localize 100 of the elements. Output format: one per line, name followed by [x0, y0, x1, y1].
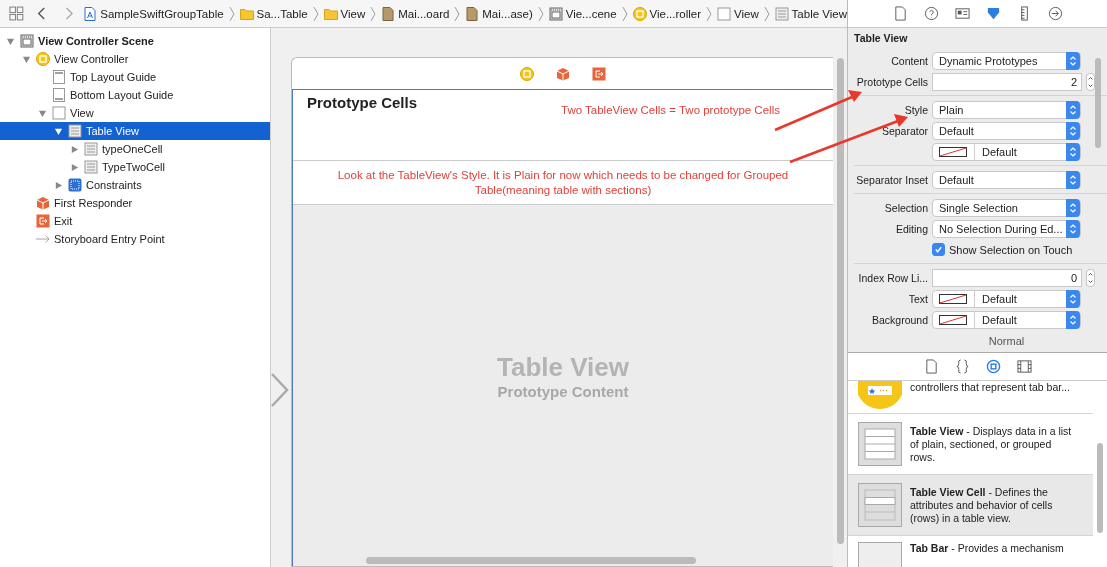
disclosure-triangle-icon[interactable]	[70, 144, 79, 154]
table-icon	[774, 6, 789, 21]
connections-icon[interactable]	[1047, 6, 1063, 21]
disclosure-triangle-icon[interactable]	[70, 162, 79, 172]
outline-row[interactable]: Constraints	[0, 176, 270, 194]
disclosure-triangle-icon[interactable]	[6, 36, 15, 46]
view-icon	[52, 106, 66, 120]
table-icon	[84, 142, 98, 156]
arrow-icon	[36, 232, 50, 246]
exit-icon	[36, 214, 50, 228]
outline-row[interactable]: Bottom Layout Guide	[0, 86, 270, 104]
number-field[interactable]: 2	[932, 72, 1082, 91]
breadcrumb-item[interactable]: View	[717, 6, 759, 21]
document-icon	[83, 6, 98, 21]
popup-arrows-icon	[1066, 142, 1080, 161]
vertical-scrollbar[interactable]	[837, 58, 844, 544]
outline-row[interactable]: Storyboard Entry Point	[0, 230, 270, 248]
field-label: Separator Inset	[855, 173, 928, 186]
breadcrumb-item[interactable]: Mai...ase)	[465, 6, 533, 21]
braces-icon[interactable]	[954, 359, 970, 374]
color-popup-button[interactable]: Default	[932, 310, 1081, 329]
view-controller-icon	[36, 52, 50, 66]
prototype-cells-header: Prototype Cells	[307, 94, 418, 111]
breadcrumb-item[interactable]: SampleSwiftGroupTable	[83, 6, 224, 21]
folder-icon	[323, 6, 338, 21]
scrollbar[interactable]	[1095, 58, 1101, 148]
field-label: Index Row Li...	[857, 271, 928, 284]
popup-button[interactable]: Plain	[932, 100, 1081, 119]
popup-button[interactable]: Single Selection	[932, 198, 1081, 217]
file-icon[interactable]	[892, 6, 908, 21]
breadcrumb-item[interactable]: Mai...oard	[381, 6, 450, 21]
section-title: Table View	[853, 31, 909, 46]
popup-arrows-icon	[1066, 198, 1080, 217]
attributes-icon[interactable]	[985, 6, 1001, 21]
object-library-icon[interactable]	[985, 359, 1001, 374]
outline-label: View Controller	[54, 53, 129, 65]
library-item[interactable]: Table View - Displays data in a list of plain, sectioned, or grouped rows.	[848, 414, 1093, 475]
field-label: Content	[890, 54, 928, 67]
field-label: Editing	[894, 222, 928, 235]
file-icon[interactable]	[923, 359, 939, 374]
breadcrumb-item[interactable]: Vie...roller	[632, 6, 702, 21]
popup-button[interactable]: Dynamic Prototypes	[932, 51, 1081, 70]
help-icon[interactable]	[923, 6, 939, 21]
grid-icon[interactable]	[9, 6, 24, 21]
annotation-text: Two TableView Cells = Two prototype Cells	[561, 104, 780, 116]
popup-arrows-icon	[1066, 219, 1080, 238]
view-controller-icon	[632, 6, 647, 21]
disclosure-triangle-icon[interactable]	[22, 54, 31, 64]
stepper-icon[interactable]	[1086, 268, 1095, 287]
chevron-icon	[537, 5, 544, 22]
popup-button[interactable]: Default	[932, 121, 1081, 140]
popup-button[interactable]: Default	[932, 170, 1081, 189]
scrollbar[interactable]	[1097, 443, 1103, 533]
identity-card-icon[interactable]	[954, 6, 970, 21]
chevron-icon	[706, 5, 712, 22]
library-item[interactable]: controllers that represent tab bar...	[848, 381, 1093, 414]
table-icon	[84, 160, 98, 174]
outline-row[interactable]: Table View	[0, 122, 270, 140]
horizontal-scrollbar[interactable]	[366, 557, 696, 564]
cube-icon	[36, 196, 50, 210]
outline-label: Storyboard Entry Point	[54, 233, 165, 245]
breadcrumb-item[interactable]: Table View	[774, 6, 847, 21]
color-popup-button[interactable]: Default	[932, 289, 1081, 308]
library-item[interactable]: Tab Bar - Provides a mechanism	[848, 536, 1093, 567]
caption-text: Normal	[987, 334, 1026, 347]
outline-row[interactable]: First Responder	[0, 194, 270, 212]
library-item-description: Tab Bar - Provides a mechanism	[910, 542, 1064, 555]
chevron-icon	[454, 5, 461, 22]
outline-label: View	[70, 107, 94, 119]
disclosure-triangle-icon[interactable]	[54, 126, 63, 136]
show-selection-checkbox[interactable]	[932, 243, 945, 256]
outline-label: Bottom Layout Guide	[70, 89, 174, 101]
number-field[interactable]: 0	[932, 268, 1082, 287]
breadcrumb-item[interactable]: View	[323, 6, 366, 21]
outline-row[interactable]: View	[0, 104, 270, 122]
chevron-icon	[370, 5, 377, 22]
outline-row[interactable]: Top Layout Guide	[0, 68, 270, 86]
disclosure-triangle-icon[interactable]	[38, 108, 47, 118]
view-icon	[717, 6, 731, 21]
outline-row[interactable]: typeOneCell	[0, 140, 270, 158]
field-label: Prototype Cells	[855, 75, 928, 88]
outline-label: Constraints	[86, 179, 142, 191]
outline-label: TypeTwoCell	[102, 161, 165, 173]
popup-arrows-icon	[1066, 100, 1080, 119]
breadcrumb-item[interactable]: Vie...cene	[548, 6, 617, 21]
outline-row[interactable]: TypeTwoCell	[0, 158, 270, 176]
library-item[interactable]: Table View Cell - Defines the attributes and behavior of cells (rows) in a table view.	[848, 475, 1093, 536]
disclosure-triangle-icon[interactable]	[54, 180, 63, 190]
table-view-icon	[858, 422, 902, 466]
color-popup-button[interactable]: Default	[932, 142, 1081, 161]
stepper-icon[interactable]	[1086, 72, 1095, 91]
outline-row[interactable]: View Controller Scene	[0, 32, 270, 50]
outline-row[interactable]: View Controller	[0, 50, 270, 68]
popup-button[interactable]: No Selection During Ed...	[932, 219, 1081, 238]
chevron-icon	[621, 5, 628, 22]
library-item-description: controllers that represent tab bar...	[910, 381, 1070, 394]
breadcrumb-item[interactable]: Sa...Table	[239, 6, 308, 21]
outline-row[interactable]: Exit	[0, 212, 270, 230]
checkmark-icon	[934, 245, 943, 254]
film-strip-icon[interactable]	[1016, 359, 1032, 374]
